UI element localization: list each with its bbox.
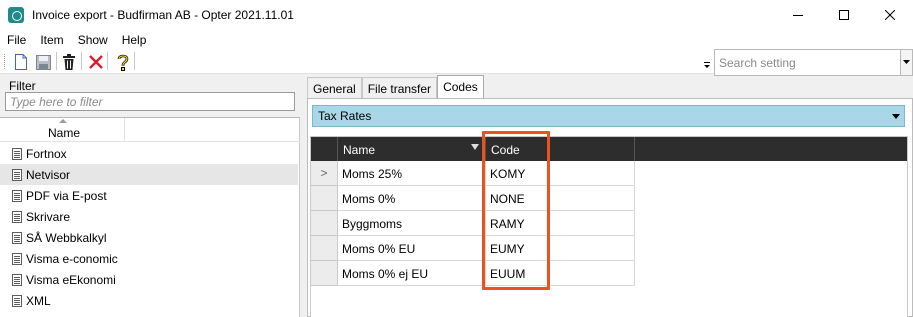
- current-row-indicator: >: [320, 166, 328, 180]
- grid-row-header-corner: [311, 137, 338, 161]
- search-dropdown-button[interactable]: [901, 49, 913, 76]
- cancel-button[interactable]: [86, 52, 106, 72]
- toolbar-grip[interactable]: [4, 54, 7, 69]
- document-icon: [12, 231, 22, 244]
- minimize-icon: [793, 15, 803, 16]
- table-row[interactable]: > Moms 25% KOMY: [311, 161, 907, 186]
- export-list: Name Fortnox Netvisor PDF via E-post Skr…: [0, 117, 300, 317]
- list-header-filler: [125, 118, 300, 142]
- search-setting: Search setting: [714, 49, 913, 76]
- save-button[interactable]: [33, 52, 53, 72]
- table-row[interactable]: Moms 0% NONE: [311, 186, 907, 211]
- cell-name[interactable]: Moms 0%: [338, 186, 486, 211]
- list-item-fortnox[interactable]: Fortnox: [0, 143, 298, 164]
- menu-file[interactable]: File: [0, 33, 33, 47]
- list-item-label: Visma eEkonomi: [26, 272, 116, 287]
- document-icon: [12, 273, 22, 286]
- window-controls: [775, 0, 913, 30]
- row-selector[interactable]: [311, 186, 338, 211]
- tab-general[interactable]: General: [307, 77, 362, 98]
- code-type-select[interactable]: Tax Rates: [312, 105, 905, 127]
- list-item-label: XML: [26, 293, 51, 308]
- toolbar-separator: [134, 52, 135, 70]
- new-button[interactable]: [11, 52, 31, 72]
- filter-input[interactable]: Type here to filter: [5, 92, 295, 111]
- trash-icon: [63, 54, 75, 70]
- help-question-icon: [117, 54, 129, 71]
- grid-column-header-name[interactable]: Name: [338, 137, 486, 161]
- table-row[interactable]: Moms 0% ej EU EUUM: [311, 261, 907, 286]
- toolbar-overflow-icon[interactable]: [703, 60, 711, 70]
- tab-codes[interactable]: Codes: [437, 75, 484, 98]
- list-column-header-name[interactable]: Name: [0, 118, 125, 142]
- minimize-button[interactable]: [775, 0, 821, 30]
- red-x-icon: [89, 55, 103, 69]
- code-type-select-value: Tax Rates: [318, 109, 372, 123]
- maximize-icon: [839, 10, 849, 20]
- search-input[interactable]: Search setting: [714, 49, 901, 76]
- document-icon: [12, 189, 22, 202]
- chevron-down-icon: [892, 114, 900, 119]
- row-selector[interactable]: [311, 211, 338, 236]
- tab-file-transfer[interactable]: File transfer: [361, 77, 438, 98]
- close-button[interactable]: [867, 0, 913, 30]
- list-item-label: Netvisor: [26, 167, 71, 182]
- menu-bar: File Item Show Help: [0, 30, 913, 49]
- delete-button[interactable]: [59, 52, 79, 72]
- cell-name[interactable]: Moms 0% EU: [338, 236, 486, 261]
- list-item-skrivare[interactable]: Skrivare: [0, 206, 298, 227]
- filter-icon[interactable]: [471, 144, 479, 150]
- tab-strip: General File transfer Codes: [307, 75, 484, 98]
- list-item-xml[interactable]: XML: [0, 290, 298, 311]
- save-icon: [35, 54, 51, 70]
- grid-header: Name Code: [311, 137, 907, 161]
- new-document-icon: [15, 54, 27, 70]
- close-icon: [885, 10, 895, 20]
- list-item-label: SÅ Webbkalkyl: [26, 230, 107, 245]
- filter-label: Filter: [9, 79, 36, 93]
- row-selector[interactable]: [311, 261, 338, 286]
- toolbar-separator: [81, 52, 82, 70]
- document-icon: [12, 294, 22, 307]
- grid-header-filler: [635, 137, 907, 161]
- menu-item[interactable]: Item: [33, 33, 70, 47]
- window-title: Invoice export - Budfirman AB - Opter 20…: [32, 8, 294, 22]
- grid-column-header-label: Name: [343, 143, 376, 157]
- list-item-label: Skrivare: [26, 209, 71, 224]
- codes-grid: Name Code > Moms 25% KOMY Moms 0% NONE B…: [310, 136, 908, 317]
- document-icon: [12, 168, 22, 181]
- toolbar-separator: [107, 52, 108, 70]
- list-item-netvisor[interactable]: Netvisor: [0, 164, 298, 185]
- list-column-header-label: Name: [48, 126, 81, 140]
- maximize-button[interactable]: [821, 0, 867, 30]
- title-bar: Invoice export - Budfirman AB - Opter 20…: [0, 0, 913, 30]
- sort-ascending-icon: [59, 119, 67, 123]
- menu-show[interactable]: Show: [71, 33, 115, 47]
- list-item-visma-e-conomic[interactable]: Visma e-conomic: [0, 248, 298, 269]
- list-item-pdf-via-e-post[interactable]: PDF via E-post: [0, 185, 298, 206]
- row-selector[interactable]: >: [311, 161, 338, 186]
- app-icon: [8, 7, 24, 23]
- document-icon: [12, 147, 22, 160]
- cell-name[interactable]: Byggmoms: [338, 211, 486, 236]
- chevron-down-icon: [903, 60, 910, 64]
- row-selector[interactable]: [311, 236, 338, 261]
- table-row[interactable]: Moms 0% EU EUMY: [311, 236, 907, 261]
- menu-help[interactable]: Help: [115, 33, 154, 47]
- list-item-sa-webbkalkyl[interactable]: SÅ Webbkalkyl: [0, 227, 298, 248]
- cell-name[interactable]: Moms 25%: [338, 161, 486, 186]
- code-column-highlight: [482, 131, 550, 290]
- document-icon: [12, 210, 22, 223]
- toolbar: Search setting: [0, 49, 913, 76]
- list-item-label: Visma e-conomic: [26, 251, 118, 266]
- document-icon: [12, 252, 22, 265]
- list-item-label: PDF via E-post: [26, 188, 107, 203]
- cell-name[interactable]: Moms 0% ej EU: [338, 261, 486, 286]
- help-button[interactable]: [113, 52, 133, 72]
- table-row[interactable]: Byggmoms RAMY: [311, 211, 907, 236]
- list-item-visma-eekonomi[interactable]: Visma eEkonomi: [0, 269, 298, 290]
- toolbar-separator: [56, 52, 57, 70]
- list-item-label: Fortnox: [26, 146, 67, 161]
- pane-splitter[interactable]: [300, 74, 307, 317]
